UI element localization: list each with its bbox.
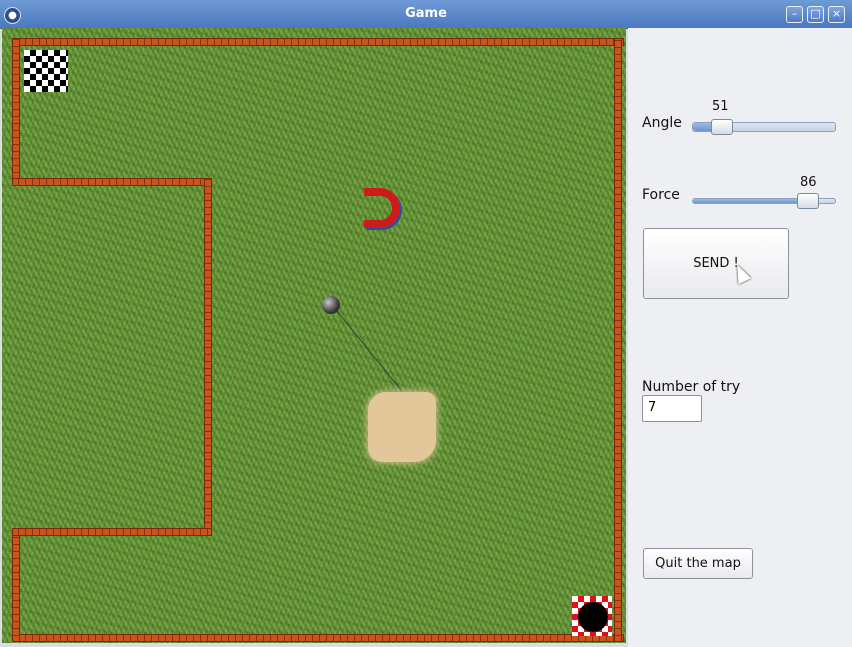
maximize-button[interactable]: □ bbox=[807, 6, 824, 23]
angle-slider[interactable] bbox=[692, 119, 836, 135]
wall-right bbox=[614, 38, 622, 642]
golf-course[interactable] bbox=[2, 28, 626, 643]
force-label: Force bbox=[642, 187, 680, 203]
quit-map-button[interactable]: Quit the map bbox=[643, 548, 753, 579]
close-button[interactable]: × bbox=[828, 6, 845, 23]
tries-label: Number of try bbox=[642, 379, 741, 395]
wall-bottom bbox=[12, 634, 624, 642]
force-value: 86 bbox=[800, 175, 817, 190]
minimize-button[interactable]: – bbox=[786, 6, 803, 23]
angle-value: 51 bbox=[712, 99, 729, 114]
force-slider[interactable] bbox=[692, 193, 836, 209]
title-bar[interactable]: ● Game – □ × bbox=[0, 0, 852, 29]
aim-line bbox=[331, 304, 403, 392]
sand-trap bbox=[368, 392, 436, 462]
wall-left-lower bbox=[12, 528, 20, 642]
golf-ball bbox=[322, 296, 340, 314]
tries-field[interactable]: 7 bbox=[642, 395, 702, 422]
start-flag-icon bbox=[24, 50, 68, 92]
hole-icon bbox=[578, 602, 608, 632]
magnet-icon bbox=[364, 188, 400, 228]
wall-left-upper bbox=[12, 38, 20, 186]
wall-inner-top bbox=[12, 178, 212, 186]
wall-top bbox=[12, 38, 624, 46]
send-button[interactable]: SEND ! bbox=[643, 228, 789, 299]
angle-label: Angle bbox=[642, 115, 682, 131]
angle-slider-handle[interactable] bbox=[711, 119, 734, 135]
control-panel: 51 Angle 86 Force SEND ! Number of try 7… bbox=[628, 28, 852, 647]
force-slider-fill bbox=[693, 199, 807, 203]
wall-inner-right bbox=[204, 178, 212, 536]
wall-inner-bottom bbox=[12, 528, 212, 536]
force-slider-handle[interactable] bbox=[796, 193, 819, 209]
window-title: Game bbox=[405, 6, 447, 21]
